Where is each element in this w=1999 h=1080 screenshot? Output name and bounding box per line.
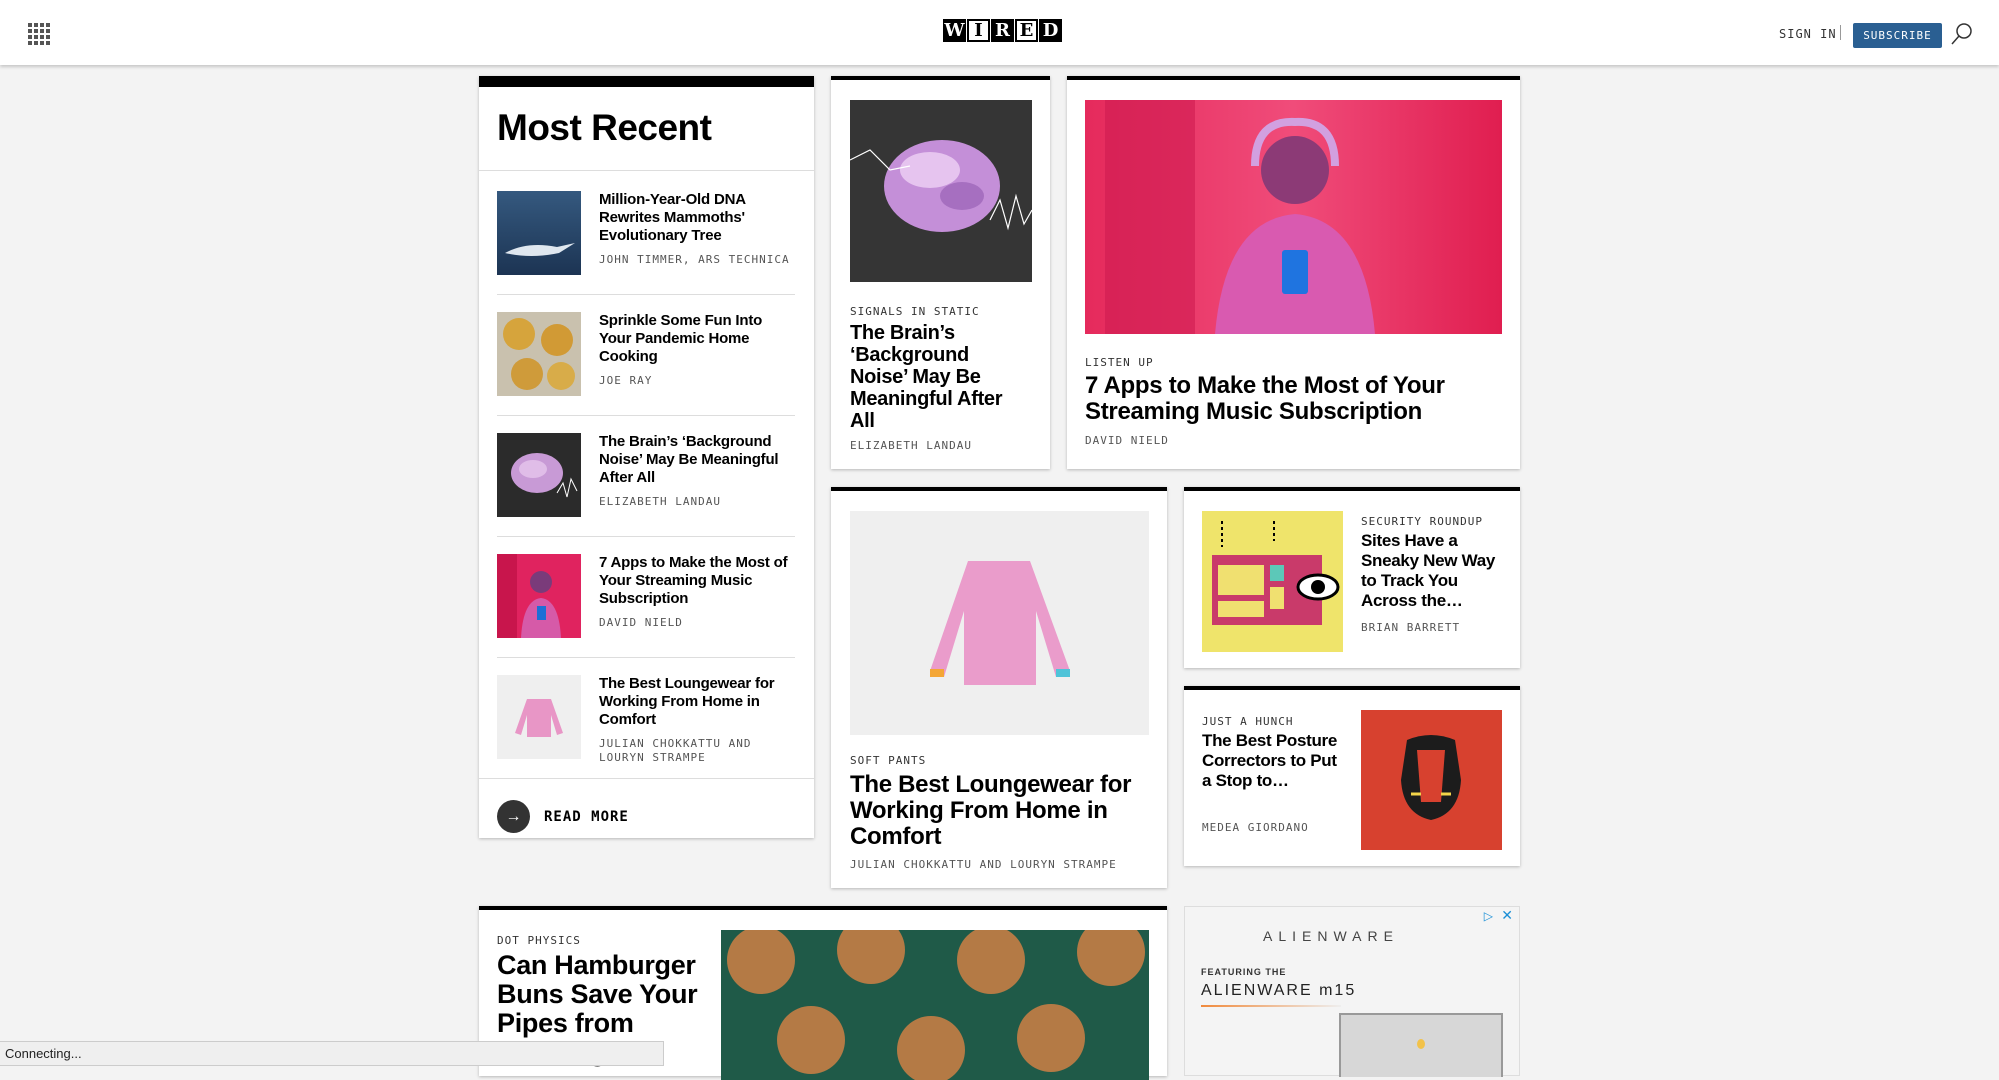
alien-logo-icon [1417, 1039, 1425, 1049]
grid-menu-icon[interactable] [28, 23, 50, 45]
article-kicker[interactable]: SOFT PANTS [850, 754, 926, 767]
article-title[interactable]: Sites Have a Sneaky New Way to Track You… [1361, 531, 1506, 611]
arrow-right-icon: → [497, 800, 530, 833]
article-title[interactable]: 7 Apps to Make the Most of Your Streamin… [599, 554, 795, 608]
read-more-button[interactable]: → READ MORE [497, 800, 629, 833]
article-byline: ELIZABETH LANDAU [850, 439, 972, 452]
article-title[interactable]: Sprinkle Some Fun Into Your Pandemic Hom… [599, 312, 795, 366]
ad-model: ALIENWARE m15 [1201, 982, 1357, 999]
logo-letter: W [943, 19, 966, 42]
loungewear-thumbnail[interactable] [497, 675, 581, 759]
article-kicker[interactable]: SECURITY ROUNDUP [1361, 515, 1483, 528]
ad-brand: ALIENWARE [1263, 928, 1399, 944]
logo-letter: I [967, 19, 990, 42]
music-thumbnail[interactable] [497, 554, 581, 638]
article-kicker[interactable]: SIGNALS IN STATIC [850, 305, 980, 318]
article-kicker[interactable]: JUST A HUNCH [1202, 715, 1293, 728]
loungewear-image[interactable] [850, 511, 1149, 735]
header-divider [1840, 25, 1841, 40]
article-card-brain[interactable]: SIGNALS IN STATIC The Brain’s ‘Backgroun… [831, 76, 1050, 469]
site-header: W I R E D SIGN IN SUBSCRIBE [0, 0, 1999, 65]
article-byline: JULIAN CHOKKATTU AND LOURYN STRAMPE [599, 737, 752, 764]
divider [497, 536, 795, 537]
article-title[interactable]: The Best Loungewear for Working From Hom… [850, 772, 1150, 850]
logo-letter: R [991, 19, 1014, 42]
article-byline: JULIAN CHOKKATTU AND LOURYN STRAMPE [850, 858, 1117, 871]
wired-logo[interactable]: W I R E D [943, 19, 1063, 42]
article-byline: DAVID NIELD [1085, 434, 1169, 447]
article-title[interactable]: The Best Posture Correctors to Put a Sto… [1202, 731, 1342, 791]
most-recent-title: Most Recent [497, 107, 712, 148]
close-icon[interactable]: ✕ [1501, 907, 1513, 924]
article-title[interactable]: 7 Apps to Make the Most of Your Streamin… [1085, 373, 1495, 425]
posture-image[interactable] [1361, 710, 1502, 850]
divider [497, 294, 795, 295]
article-title[interactable]: The Brain’s ‘Background Noise’ May Be Me… [599, 433, 795, 487]
cooking-thumbnail[interactable] [497, 312, 581, 396]
list-item[interactable]: The Brain’s ‘Background Noise’ May Be Me… [497, 433, 795, 554]
buns-image[interactable] [721, 930, 1149, 1080]
read-more-label: READ MORE [544, 808, 629, 825]
article-byline: JOE RAY [599, 374, 653, 387]
article-byline: DAVID NIELD [599, 616, 683, 629]
subscribe-button[interactable]: SUBSCRIBE [1853, 23, 1942, 48]
list-item[interactable]: Million-Year-Old DNA Rewrites Mammoths' … [497, 191, 795, 312]
search-icon[interactable] [1950, 22, 1974, 46]
security-image[interactable] [1202, 511, 1343, 652]
article-card-music[interactable]: LISTEN UP 7 Apps to Make the Most of You… [1067, 76, 1520, 469]
browser-status-bar: Connecting... [0, 1041, 664, 1066]
article-kicker[interactable]: LISTEN UP [1085, 356, 1154, 369]
article-card-posture[interactable]: JUST A HUNCH The Best Posture Correctors… [1184, 686, 1520, 866]
mammoth-thumbnail[interactable] [497, 191, 581, 275]
article-kicker[interactable]: DOT PHYSICS [497, 934, 581, 947]
music-image[interactable] [1085, 100, 1502, 334]
divider [479, 170, 814, 171]
article-card-security[interactable]: SECURITY ROUNDUP Sites Have a Sneaky New… [1184, 487, 1520, 668]
article-byline: BRIAN BARRETT [1361, 621, 1461, 634]
most-recent-panel: Most Recent Million-Year-Old DNA Rewrite… [479, 76, 814, 838]
article-title[interactable]: The Best Loungewear for Working From Hom… [599, 675, 795, 729]
article-byline: MEDEA GIORDANO [1202, 821, 1309, 834]
ad-accent-bar [1201, 1005, 1341, 1007]
article-title[interactable]: The Brain’s ‘Background Noise’ May Be Me… [850, 322, 1030, 432]
divider [479, 778, 814, 779]
article-card-loungewear[interactable]: SOFT PANTS The Best Loungewear for Worki… [831, 487, 1167, 888]
ad-featuring: FEATURING THE [1201, 967, 1287, 977]
divider [497, 657, 795, 658]
brain-image[interactable] [849, 100, 1033, 282]
article-byline: JOHN TIMMER, ARS TECHNICA [599, 253, 790, 266]
logo-letter: E [1015, 19, 1038, 42]
sign-in-link[interactable]: SIGN IN [1779, 27, 1837, 41]
list-item[interactable]: 7 Apps to Make the Most of Your Streamin… [497, 554, 795, 675]
adchoices-icon[interactable]: ▷ [1484, 909, 1493, 923]
article-title[interactable]: Million-Year-Old DNA Rewrites Mammoths' … [599, 191, 795, 245]
brain-thumbnail[interactable] [497, 433, 581, 517]
laptop-image [1339, 1013, 1503, 1077]
article-byline: ELIZABETH LANDAU [599, 495, 721, 508]
list-item[interactable]: Sprinkle Some Fun Into Your Pandemic Hom… [497, 312, 795, 433]
logo-letter: D [1039, 19, 1062, 42]
divider [497, 415, 795, 416]
advertisement[interactable]: ▷ ✕ ALIENWARE FEATURING THE ALIENWARE m1… [1184, 906, 1520, 1077]
